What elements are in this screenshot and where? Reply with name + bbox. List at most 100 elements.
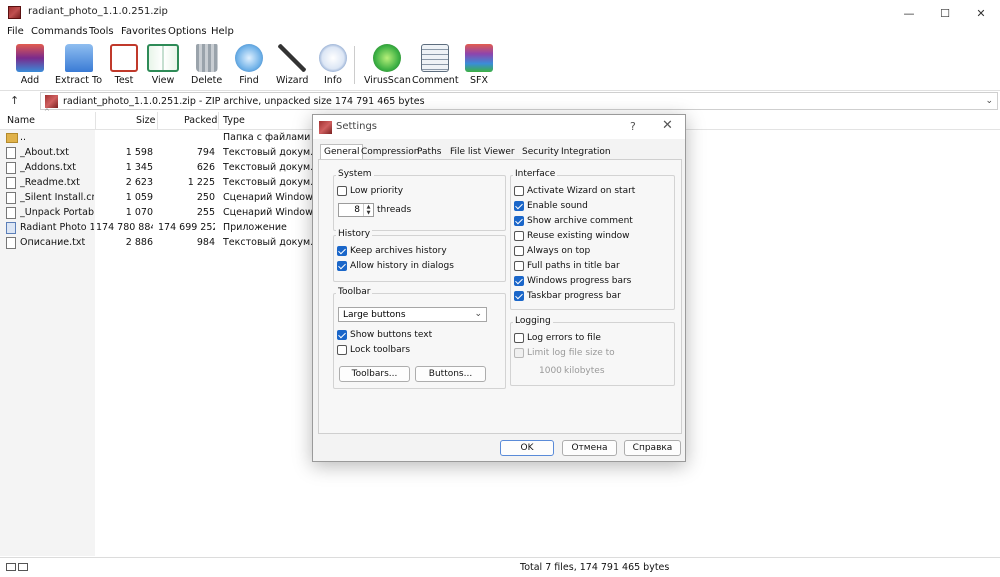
tab-paths[interactable]: Paths (414, 145, 444, 160)
threads-stepper[interactable]: 8 ▲ ▼ (338, 203, 374, 217)
checkbox-box[interactable] (514, 246, 524, 256)
checkbox-box[interactable] (337, 186, 347, 196)
windows-progress-bars-checkbox[interactable]: Windows progress bars (514, 276, 631, 286)
virusscan-label: VirusScan (364, 75, 411, 86)
interface-group-title: Interface (513, 169, 558, 179)
drive-status-icon[interactable] (6, 563, 32, 573)
buttons-button[interactable]: Buttons... (415, 366, 486, 382)
table-row[interactable]: .. Папка с файлами (0, 131, 320, 146)
file-type: Текстовый докум... (223, 162, 318, 173)
show-archive-comment-checkbox[interactable]: Show archive comment (514, 216, 633, 226)
table-row[interactable]: _Readme.txt 2 623 1 225 Текстовый докум.… (0, 176, 320, 191)
tab-compression[interactable]: Compression (358, 145, 422, 160)
checkbox-box[interactable] (514, 216, 524, 226)
low-priority-checkbox[interactable]: Low priority (337, 186, 403, 196)
extract-folder-icon (64, 44, 93, 72)
lock-toolbars-checkbox[interactable]: Lock toolbars (337, 345, 410, 355)
menu-favorites[interactable]: Favorites (121, 26, 166, 37)
history-group: History Keep archives history Allow hist… (333, 229, 506, 282)
address-field[interactable]: radiant_photo_1.1.0.251.zip - ZIP archiv… (40, 92, 998, 110)
chevron-down-icon[interactable]: ⌄ (985, 96, 993, 106)
menu-file[interactable]: File (7, 26, 24, 37)
tab-general[interactable]: General (320, 144, 364, 160)
view-button[interactable]: View (147, 44, 179, 86)
tab-viewer[interactable]: Viewer (481, 145, 518, 160)
show-buttons-text-checkbox[interactable]: Show buttons text (337, 330, 432, 340)
table-row[interactable]: Radiant Photo 1.... 174 780 884 174 699 … (0, 221, 320, 236)
sort-caret-icon: ^ (44, 108, 50, 116)
log-size-value[interactable]: 1000 (539, 366, 562, 376)
keep-history-checkbox[interactable]: Keep archives history (337, 246, 447, 256)
menu-tools[interactable]: Tools (89, 26, 114, 37)
menu-options[interactable]: Options (168, 26, 207, 37)
reuse-window-checkbox[interactable]: Reuse existing window (514, 231, 630, 241)
checkbox-box[interactable] (514, 231, 524, 241)
extract-to-button[interactable]: Extract To (55, 44, 102, 86)
ok-button[interactable]: OK (500, 440, 554, 456)
toolbars-button[interactable]: Toolbars... (339, 366, 410, 382)
checkbox-box[interactable] (337, 246, 347, 256)
toolbar-size-select[interactable]: Large buttons ⌄ (338, 307, 487, 322)
allow-history-checkbox[interactable]: Allow history in dialogs (337, 261, 454, 271)
checkbox-box[interactable] (514, 186, 524, 196)
close-button[interactable]: ✕ (958, 0, 1000, 26)
show-buttons-text-label: Show buttons text (350, 330, 433, 340)
interface-option-label: Show archive comment (527, 216, 633, 226)
help-button[interactable]: Справка (624, 440, 681, 456)
checkbox-box[interactable] (514, 348, 524, 358)
checkbox-box[interactable] (514, 261, 524, 271)
column-type[interactable]: Type (223, 115, 245, 126)
comment-label: Comment (412, 75, 459, 86)
checkbox-box[interactable] (514, 276, 524, 286)
wizard-button[interactable]: Wizard (276, 44, 308, 86)
taskbar-progress-bar-checkbox[interactable]: Taskbar progress bar (514, 291, 621, 301)
checkbox-box[interactable] (514, 201, 524, 211)
file-packed: 984 (196, 237, 215, 248)
help-icon[interactable]: ? (630, 120, 636, 133)
column-packed[interactable]: Packed (184, 115, 217, 126)
log-errors-checkbox[interactable]: Log errors to file (514, 333, 601, 343)
tab-file-list[interactable]: File list (447, 145, 484, 160)
checkbox-box[interactable] (337, 330, 347, 340)
checkbox-box[interactable] (514, 291, 524, 301)
column-divider[interactable] (157, 112, 158, 130)
tab-security[interactable]: Security (519, 145, 562, 160)
stepper-arrows-icon[interactable]: ▲ ▼ (363, 204, 373, 216)
menu-commands[interactable]: Commands (31, 26, 88, 37)
column-divider[interactable] (95, 112, 96, 130)
view-book-icon (147, 44, 179, 72)
checkbox-box[interactable] (337, 345, 347, 355)
checkbox-box[interactable] (514, 333, 524, 343)
table-row[interactable]: _Addons.txt 1 345 626 Текстовый докум... (0, 161, 320, 176)
cancel-button[interactable]: Отмена (562, 440, 617, 456)
text-file-icon (6, 177, 16, 189)
close-icon[interactable]: ✕ (662, 118, 673, 133)
menu-help[interactable]: Help (211, 26, 234, 37)
up-folder-icon[interactable]: ↑ (10, 94, 19, 107)
always-on-top-checkbox[interactable]: Always on top (514, 246, 590, 256)
sfx-button[interactable]: SFX (465, 44, 493, 86)
limit-log-size-checkbox[interactable]: Limit log file size to (514, 348, 615, 358)
tab-integration[interactable]: Integration (558, 145, 614, 160)
column-divider[interactable] (218, 112, 219, 130)
test-button[interactable]: Test (110, 44, 138, 86)
comment-button[interactable]: Comment (412, 44, 459, 86)
table-row[interactable]: _Unpack Portabl... 1 070 255 Сценарий Wi… (0, 206, 320, 221)
info-button[interactable]: Info (319, 44, 347, 86)
delete-button[interactable]: Delete (191, 44, 222, 86)
file-name: .. (20, 132, 27, 143)
full-paths-checkbox[interactable]: Full paths in title bar (514, 261, 620, 271)
table-row[interactable]: _Silent Install.cmd 1 059 250 Сценарий W… (0, 191, 320, 206)
column-size[interactable]: Size (136, 115, 156, 126)
add-button[interactable]: Add (16, 44, 44, 86)
enable-sound-checkbox[interactable]: Enable sound (514, 201, 588, 211)
virusscan-button[interactable]: VirusScan (364, 44, 411, 86)
table-row[interactable]: _About.txt 1 598 794 Текстовый докум... (0, 146, 320, 161)
find-button[interactable]: Find (235, 44, 263, 86)
table-row[interactable]: Описание.txt 2 886 984 Текстовый докум..… (0, 236, 320, 251)
main-toolbar: Add Extract To Test View Delete Find Wiz… (0, 40, 1000, 88)
system-group: System Low priority 8 ▲ ▼ threads (333, 169, 506, 231)
activate-wizard-checkbox[interactable]: Activate Wizard on start (514, 186, 635, 196)
column-name[interactable]: Name (7, 115, 35, 126)
checkbox-box[interactable] (337, 261, 347, 271)
